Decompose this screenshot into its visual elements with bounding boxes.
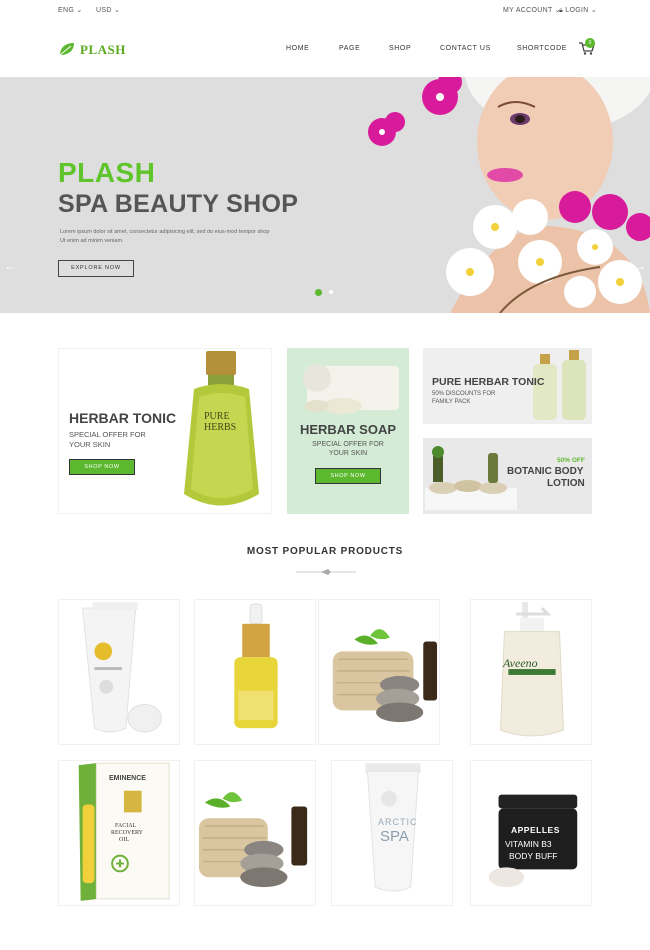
nav-contact-us[interactable]: CONTACT US — [440, 45, 491, 52]
chevron-down-icon: ⌄ — [590, 7, 597, 14]
next-slide-arrow[interactable]: → — [634, 259, 646, 273]
slider-dot-active[interactable] — [315, 289, 322, 296]
top-bar: ENG ⌄ USD ⌄ MY ACCOUNT ⌄ 🔒︎ LOGIN ⌄ — [0, 0, 650, 20]
language-selector[interactable]: ENG ⌄ — [58, 6, 83, 14]
banner-subtitle-line1: 50% DISCOUNTS FOR — [432, 391, 496, 397]
section-title: MOST POPULAR PRODUCTS — [246, 546, 404, 557]
banner-title: PURE HERBAR TONIC — [432, 376, 545, 388]
product-image-spa-stones — [332, 629, 438, 723]
lock-icon: 🔒︎ — [559, 7, 564, 14]
soap-image — [303, 364, 399, 414]
product-image-aveeno-lotion — [500, 602, 564, 737]
product-label-line2: RECOVERY — [111, 830, 144, 836]
product-card[interactable]: Aveeno — [470, 599, 592, 745]
login-link[interactable]: 🔒︎ LOGIN ⌄ — [559, 6, 597, 15]
bottle-label-line2: HERBS — [204, 422, 237, 433]
banner-subtitle-line2: YOUR SKIN — [328, 450, 368, 457]
product-label-line3: OIL — [119, 837, 129, 843]
banner-title: HERBAR TONIC — [69, 410, 177, 426]
cart-count-badge: 0 — [585, 38, 595, 48]
product-label-line1: VITAMIN B3 — [505, 839, 552, 849]
nav-page[interactable]: PAGE — [339, 45, 360, 52]
product-image-spa-stones — [198, 792, 308, 888]
nav-shop[interactable]: SHOP — [389, 45, 411, 52]
logo-text: PLASH — [80, 42, 126, 57]
product-label-line1: FACIAL — [115, 823, 137, 829]
banner-pure-herbar-tonic[interactable]: PURE HERBAR TONIC 50% DISCOUNTS FOR FAMI… — [423, 348, 592, 424]
chevron-down-icon: ⌄ — [113, 7, 121, 14]
product-label-line2: BODY BUFF — [509, 851, 558, 861]
banner-subtitle-line1: SPECIAL OFFER FOR — [69, 430, 146, 439]
product-card[interactable]: EMINENCE FACIAL RECOVERY OIL — [58, 760, 180, 906]
product-brand-label: Aveeno — [503, 656, 538, 670]
nav-home[interactable]: HOME — [286, 45, 309, 52]
banner-title-line2: LOTION — [547, 478, 585, 489]
divider-icon — [296, 569, 356, 575]
currency-label: USD — [96, 7, 112, 14]
hero-title: SPA BEAUTY SHOP — [58, 190, 299, 218]
explore-now-button[interactable]: EXPLORE NOW — [58, 260, 134, 277]
leaf-icon — [59, 43, 74, 56]
product-card[interactable] — [194, 760, 316, 906]
banner-herbar-tonic[interactable]: PURE HERBS HERBAR TONIC SPECIAL OFFER FO… — [58, 348, 272, 514]
currency-selector[interactable]: USD ⌄ — [96, 6, 120, 14]
product-card[interactable] — [194, 599, 316, 745]
shop-now-button[interactable]: SHOP NOW — [315, 468, 381, 484]
logo[interactable]: PLASH — [58, 40, 126, 60]
product-card[interactable] — [58, 599, 180, 745]
account-label: MY ACCOUNT — [503, 7, 553, 14]
hero-title-brand: PLASH — [58, 157, 156, 188]
product-brand-label: APPELLES — [511, 825, 560, 835]
prev-slide-arrow[interactable]: ← — [4, 259, 16, 273]
banner-title-line1: BOTANIC BODY — [507, 466, 584, 477]
login-label: LOGIN — [565, 7, 589, 14]
banner-botanic-body-lotion[interactable]: 50% OFF BOTANIC BODY LOTION — [423, 438, 592, 514]
product-card[interactable]: ARCTIC SPA — [331, 760, 453, 906]
product-label-line1: ARCTIC — [378, 817, 418, 827]
banner-subtitle-line2: FAMILY PACK — [432, 399, 471, 405]
nav-shortcode[interactable]: SHORTCODE — [517, 45, 567, 52]
banner-subtitle-line2: YOUR SKIN — [69, 440, 111, 449]
product-label-line2: SPA — [380, 828, 409, 845]
chevron-down-icon: ⌄ — [76, 7, 83, 14]
hero-description: Lorem ipsum dolor sit amet, consectetur … — [60, 229, 270, 244]
product-image-tube — [82, 602, 162, 733]
product-brand-label: EMINENCE — [109, 775, 146, 782]
discount-badge: 50% OFF — [557, 457, 585, 464]
account-menu[interactable]: MY ACCOUNT ⌄ — [503, 6, 561, 14]
language-label: ENG — [58, 7, 75, 14]
product-card[interactable]: APPELLES VITAMIN B3 BODY BUFF — [470, 760, 592, 906]
slider-dot[interactable] — [329, 290, 333, 294]
bottle-label-line1: PURE — [204, 411, 230, 422]
product-card[interactable] — [318, 599, 440, 745]
shop-now-button[interactable]: SHOP NOW — [69, 459, 135, 475]
banner-herbar-soap[interactable]: HERBAR SOAP SPECIAL OFFER FOR YOUR SKIN … — [287, 348, 409, 514]
banner-title: HERBAR SOAP — [299, 422, 397, 437]
product-image-serum — [234, 603, 278, 729]
